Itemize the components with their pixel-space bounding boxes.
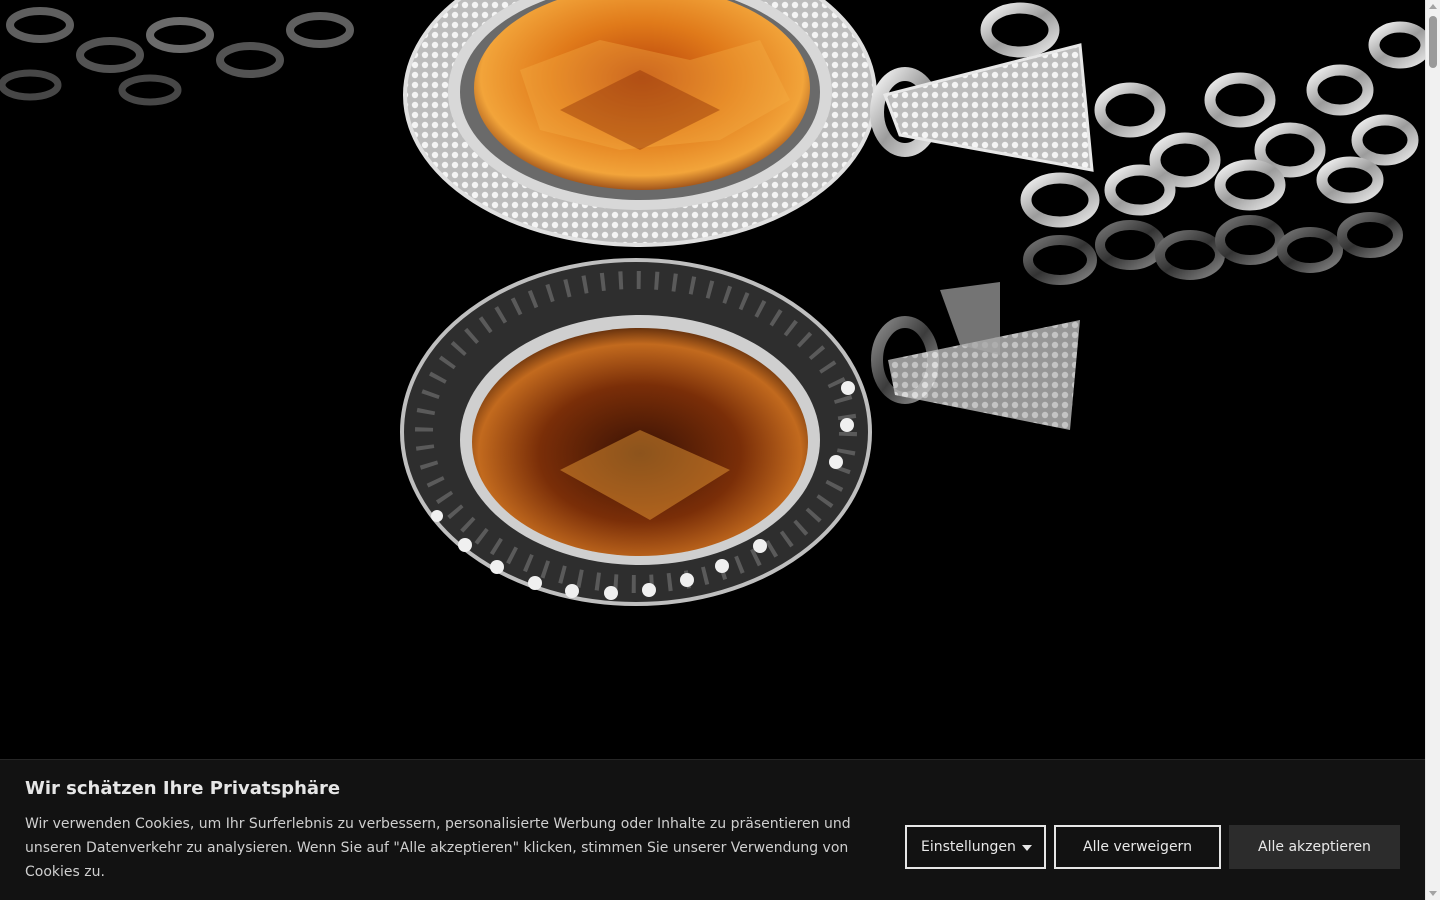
bail-icon	[870, 43, 1094, 172]
accept-all-label: Alle akzeptieren	[1258, 839, 1371, 855]
cookie-banner: Wir schätzen Ihre Privatsphäre Wir verwe…	[0, 759, 1425, 900]
cookie-settings-button[interactable]: Einstellungen	[905, 825, 1046, 869]
accept-all-button[interactable]: Alle akzeptieren	[1229, 825, 1400, 869]
pendant-reflection-icon	[400, 258, 872, 606]
cookie-banner-title: Wir schätzen Ihre Privatsphäre	[25, 778, 341, 799]
scroll-up-icon[interactable]	[1429, 4, 1437, 9]
chain-background-icon	[0, 7, 354, 106]
reject-all-button[interactable]: Alle verweigern	[1054, 825, 1221, 869]
cookie-banner-text: Wir verwenden Cookies, um Ihr Surferlebn…	[25, 816, 851, 880]
scrollbar-thumb[interactable]	[1429, 16, 1437, 68]
page-viewport: Wir schätzen Ihre Privatsphäre Wir verwe…	[0, 0, 1425, 900]
pendant-icon	[403, 0, 877, 247]
chain-reflection-icon	[1023, 212, 1403, 285]
scroll-down-icon[interactable]	[1429, 891, 1437, 896]
chevron-down-icon	[1021, 845, 1032, 851]
reject-all-label: Alle verweigern	[1083, 839, 1192, 855]
bail-reflection-icon	[871, 282, 1080, 430]
cookie-settings-label: Einstellungen	[921, 839, 1016, 855]
vertical-scrollbar[interactable]	[1425, 0, 1440, 900]
